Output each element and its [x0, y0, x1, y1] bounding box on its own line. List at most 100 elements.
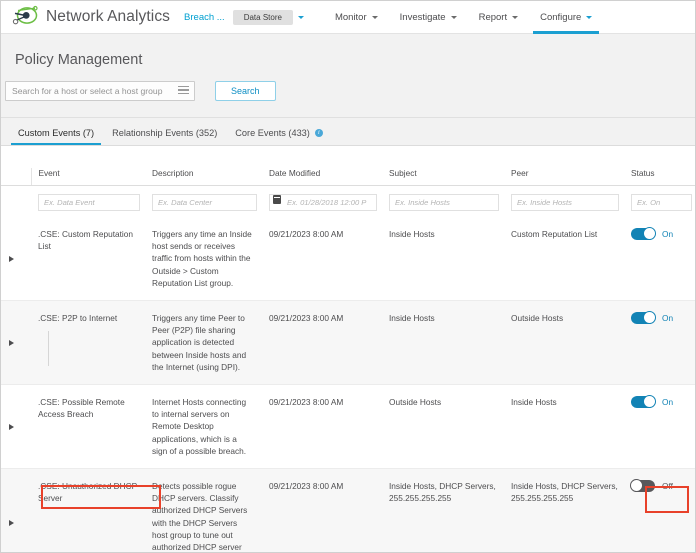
events-table: Event Description Date Modified Subject …: [1, 168, 695, 552]
column-header-status[interactable]: Status: [624, 168, 695, 186]
events-table-area: Event Description Date Modified Subject …: [1, 146, 695, 552]
cell-date-modified: 09/21/2023 8:00 AM: [262, 300, 382, 386]
host-group-list-icon[interactable]: [178, 86, 189, 96]
column-header-subject[interactable]: Subject: [382, 168, 504, 186]
nav-item-monitor[interactable]: Monitor: [324, 1, 389, 34]
chevron-down-icon: [512, 15, 519, 19]
chevron-down-icon: [371, 15, 378, 19]
cell-subject: Outside Hosts: [382, 384, 504, 470]
data-store-selector[interactable]: Data Store: [232, 9, 293, 25]
filter-cell-spacer: [1, 185, 31, 217]
cell-subject: Inside Hosts: [382, 300, 504, 386]
search-row: Search: [1, 81, 695, 117]
column-header-label: Status: [631, 168, 655, 178]
row-expand-cell[interactable]: [1, 300, 31, 386]
event-tabs: Custom Events (7) Relationship Events (3…: [1, 118, 695, 146]
row-expand-cell[interactable]: [1, 384, 31, 470]
cell-peer: Inside Hosts, DHCP Servers, 255.255.255.…: [504, 468, 624, 552]
cell-status: On: [624, 384, 695, 470]
status-toggle[interactable]: [631, 395, 656, 409]
chevron-right-icon[interactable]: [9, 423, 14, 430]
cell-peer: Outside Hosts: [504, 300, 624, 386]
status-label: On: [662, 229, 674, 239]
search-button[interactable]: Search: [215, 81, 276, 101]
column-header-description[interactable]: Description: [145, 168, 262, 186]
cell-date-modified: 09/21/2023 8:00 AM: [262, 217, 382, 302]
filter-cell-description: [145, 185, 262, 217]
cell-peer: Custom Reputation List: [504, 217, 624, 302]
status-toggle[interactable]: [631, 227, 656, 241]
status-filter-input[interactable]: [631, 194, 692, 211]
description-filter-input[interactable]: [152, 194, 257, 211]
table-row[interactable]: .CSE: Unauthorized DHCP Server Detects p…: [1, 468, 695, 552]
table-filter-body: [1, 185, 695, 217]
app-window: Network Analytics Breach ... Data Store …: [0, 0, 696, 553]
column-header-label: Description: [152, 168, 194, 178]
filter-cell-peer: [504, 185, 624, 217]
column-divider: [48, 331, 49, 366]
date-modified-filter-input[interactable]: [269, 194, 377, 211]
page-header-band: Policy Management Search: [1, 34, 695, 118]
tab-label: Relationship Events (352): [112, 128, 218, 138]
nav-item-investigate[interactable]: Investigate: [389, 1, 468, 34]
cell-subject: Inside Hosts, DHCP Servers, 255.255.255.…: [382, 468, 504, 552]
info-icon[interactable]: i: [314, 129, 323, 137]
cell-status: Off: [624, 468, 695, 552]
chevron-down-icon[interactable]: [297, 15, 304, 19]
cell-date-modified: 09/21/2023 8:00 AM: [262, 468, 382, 552]
tab-relationship-events[interactable]: Relationship Events (352): [103, 128, 226, 145]
primary-nav: Monitor Investigate Report Configure: [324, 1, 603, 34]
column-header-peer[interactable]: Peer: [504, 168, 624, 186]
status-toggle[interactable]: [630, 479, 655, 493]
event-filter-input[interactable]: [38, 194, 140, 211]
table-body: .CSE: Custom Reputation List Triggers an…: [1, 217, 695, 552]
row-expand-cell[interactable]: [1, 468, 31, 552]
row-expand-cell[interactable]: [1, 217, 31, 302]
cell-description: Triggers any time Peer to Peer (P2P) fil…: [145, 300, 262, 386]
status-label: On: [662, 313, 674, 324]
toggle-knob: [643, 311, 656, 325]
brand-title: Network Analytics: [46, 8, 171, 25]
column-header-label: Date Modified: [269, 168, 321, 178]
column-header-label: Event: [38, 168, 60, 178]
tab-label: Custom Events (7): [18, 128, 95, 138]
header-row: Event Description Date Modified Subject …: [1, 168, 695, 186]
tab-label: Core Events (433): [235, 128, 310, 138]
cell-peer: Inside Hosts: [504, 384, 624, 470]
breach-link[interactable]: Breach ...: [184, 12, 225, 23]
cell-description: Detects possible rogue DHCP servers. Cla…: [145, 468, 262, 552]
nav-item-report[interactable]: Report: [468, 1, 530, 34]
cell-event: .CSE: Custom Reputation List: [31, 217, 145, 302]
tab-custom-events[interactable]: Custom Events (7): [9, 128, 103, 145]
toggle-knob: [643, 395, 656, 409]
host-search-box: [5, 81, 195, 101]
subject-filter-input[interactable]: [389, 194, 499, 211]
column-header-event[interactable]: Event: [30, 168, 145, 186]
chevron-right-icon[interactable]: [9, 519, 14, 526]
header-expand: [1, 168, 31, 186]
column-header-date-modified[interactable]: Date Modified: [262, 168, 382, 186]
filter-cell-date-modified: [262, 185, 382, 217]
filter-row: [1, 185, 695, 217]
nav-item-label: Investigate: [399, 11, 446, 23]
filter-cell-event: [31, 185, 145, 217]
chevron-right-icon[interactable]: [9, 255, 14, 262]
table-row[interactable]: .CSE: Custom Reputation List Triggers an…: [1, 217, 695, 302]
table-header: Event Description Date Modified Subject …: [1, 168, 695, 186]
filter-cell-subject: [382, 185, 504, 217]
chevron-down-icon: [450, 15, 457, 19]
status-toggle[interactable]: [631, 311, 656, 325]
nav-item-configure[interactable]: Configure: [529, 1, 603, 34]
toggle-knob: [630, 479, 643, 493]
top-navigation-bar: Network Analytics Breach ... Data Store …: [1, 1, 695, 34]
peer-filter-input[interactable]: [511, 194, 619, 211]
network-analytics-logo-icon: [9, 3, 43, 31]
status-label: On: [662, 397, 674, 408]
cell-event: .CSE: Unauthorized DHCP Server: [31, 468, 145, 552]
chevron-right-icon[interactable]: [9, 339, 14, 346]
table-row[interactable]: .CSE: Possible Remote Access Breach Inte…: [1, 384, 695, 470]
tab-core-events[interactable]: Core Events (433) i: [226, 128, 332, 145]
search-input[interactable]: [5, 81, 195, 101]
table-row[interactable]: .CSE: P2P to Internet Triggers any time …: [1, 300, 695, 386]
toggle-knob: [643, 227, 656, 241]
